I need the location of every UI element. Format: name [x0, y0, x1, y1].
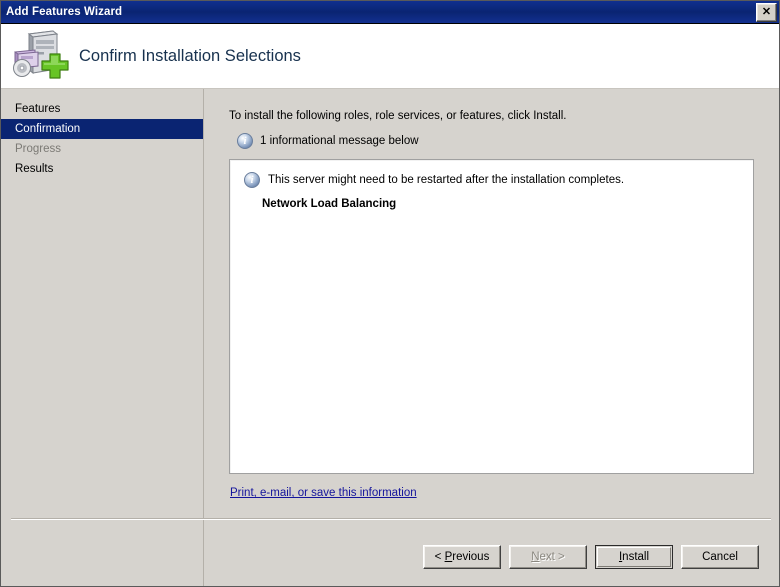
wizard-main-panel: To install the following roles, role ser…: [205, 89, 779, 586]
print-email-save-link[interactable]: Print, e-mail, or save this information: [230, 487, 417, 499]
next-button[interactable]: Next >: [509, 545, 587, 569]
info-icon: i: [244, 172, 260, 188]
cancel-button[interactable]: Cancel: [681, 545, 759, 569]
install-button-inner: Install: [597, 547, 671, 567]
sidebar-item-progress[interactable]: Progress: [1, 139, 203, 159]
install-button[interactable]: Install: [595, 545, 673, 569]
sidebar-item-features[interactable]: Features: [1, 99, 203, 119]
page-title: Confirm Installation Selections: [79, 46, 301, 65]
wizard-body: Features Confirmation Progress Results T…: [1, 89, 779, 586]
title-bar: Add Features Wizard ✕: [1, 1, 779, 24]
close-icon[interactable]: ✕: [756, 2, 777, 22]
informational-message-row: i 1 informational message below: [237, 133, 419, 149]
cancel-button-label: Cancel: [702, 551, 738, 563]
install-button-label: Install: [618, 551, 650, 563]
previous-button[interactable]: < Previous: [423, 545, 501, 569]
sidebar-item-results[interactable]: Results: [1, 159, 203, 179]
previous-button-label: < Previous: [434, 551, 490, 563]
selected-feature-name: Network Load Balancing: [262, 198, 397, 210]
add-features-server-icon: [9, 28, 71, 84]
info-icon: i: [237, 133, 253, 149]
sidebar-item-confirmation[interactable]: Confirmation: [1, 119, 203, 139]
restart-notice-row: i This server might need to be restarted…: [232, 162, 751, 188]
restart-notice-text: This server might need to be restarted a…: [268, 174, 625, 186]
selections-content-box: i This server might need to be restarted…: [229, 159, 754, 474]
window-title: Add Features Wizard: [6, 6, 123, 18]
selections-scroll-area[interactable]: i This server might need to be restarted…: [231, 161, 752, 472]
add-features-wizard-window: Add Features Wizard ✕ Confirm Installati…: [0, 0, 780, 587]
footer-divider-highlight: [11, 519, 771, 520]
next-button-label: Next >: [531, 551, 565, 563]
instruction-text: To install the following roles, role ser…: [229, 110, 567, 122]
informational-message-count: 1 informational message below: [260, 135, 419, 147]
dialog-button-bar: < Previous Next > Install Cancel: [1, 545, 779, 569]
wizard-steps-sidebar: Features Confirmation Progress Results: [1, 89, 204, 586]
wizard-header: Confirm Installation Selections: [1, 24, 779, 89]
